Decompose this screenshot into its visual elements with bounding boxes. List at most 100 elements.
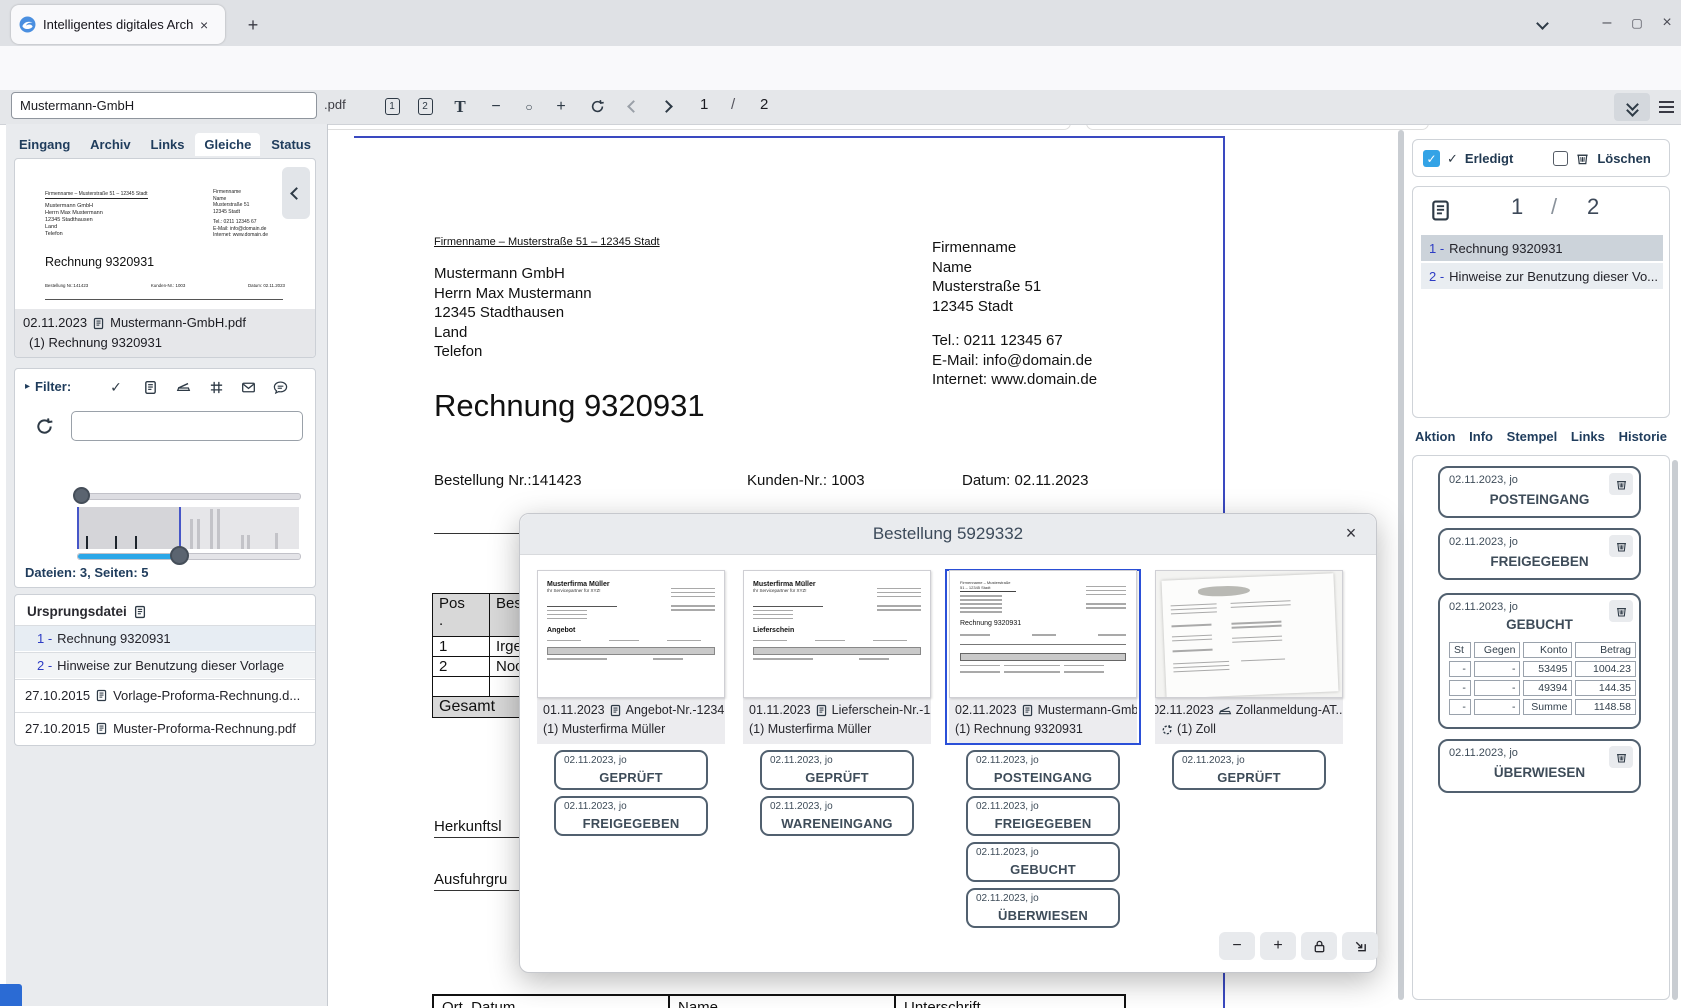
filter-grid-icon[interactable] bbox=[205, 377, 227, 397]
file-list-item[interactable]: 02.11.2023 Mustermann-GmbH.pdf (1) Rechn… bbox=[15, 309, 315, 357]
document-icon bbox=[133, 605, 147, 619]
rotate-badge-icon[interactable] bbox=[1161, 724, 1173, 736]
doc-caption[interactable]: 01.11.2023 Lieferschein-Nr.-12... (1) Mu… bbox=[743, 698, 931, 744]
document-name-input[interactable] bbox=[11, 92, 317, 119]
file-extension-label: .pdf bbox=[324, 97, 346, 112]
scanner-icon bbox=[1218, 704, 1232, 718]
stamp-freigegeben[interactable]: 02.11.2023, jo FREIGEGEBEN bbox=[966, 796, 1120, 836]
tab-info[interactable]: Info bbox=[1464, 425, 1498, 448]
lock-icon[interactable] bbox=[1301, 932, 1337, 960]
filter-document-icon[interactable] bbox=[139, 377, 161, 397]
doc-thumbnail[interactable]: Musterfirma Müller Ihr Servicepartner fü… bbox=[537, 570, 725, 698]
panel-menu-icon[interactable] bbox=[1654, 96, 1678, 118]
modal-zoom-out-button[interactable]: − bbox=[1219, 932, 1255, 960]
sidebar-tab-gleiche[interactable]: Gleiche bbox=[195, 133, 260, 156]
preview-card: Firmenname – Musterstraße 51 – 12345 Sta… bbox=[14, 158, 316, 358]
stamp-geprueft[interactable]: 02.11.2023, jo GEPRÜFT bbox=[760, 750, 914, 790]
stamp-gebucht[interactable]: 02.11.2023, jo GEBUCHT bbox=[966, 842, 1120, 882]
app-toolbar: .pdf 1 2 T − ○ + 1 / 2 bbox=[0, 90, 1681, 125]
tab-links[interactable]: Links bbox=[1566, 425, 1610, 448]
loeschen-label: Löschen bbox=[1597, 151, 1650, 166]
text-tool-icon[interactable]: T bbox=[446, 93, 474, 120]
modal-close-icon[interactable]: × bbox=[1340, 523, 1362, 545]
stempel-card: 02.11.2023, jo POSTEINGANG 02.11.2023, j… bbox=[1412, 455, 1670, 1000]
origin-file-row[interactable]: 27.10.2015 Vorlage-Proforma-Rechnung.d..… bbox=[15, 679, 315, 711]
bestellung-modal: Bestellung 5929332 × Musterfirma Müller … bbox=[519, 513, 1377, 973]
tab-historie[interactable]: Historie bbox=[1614, 425, 1672, 448]
panel-scrollbar[interactable] bbox=[1398, 130, 1404, 1000]
sidebar-tab-links[interactable]: Links bbox=[142, 133, 194, 156]
linked-doc-card: 02.11.2023 Zollanmeldung-AT... (1) Zoll … bbox=[1152, 570, 1346, 790]
stamps-scrollbar[interactable] bbox=[1672, 460, 1678, 1000]
recipient-address: Mustermann GmbHHerrn Max Mustermann 1234… bbox=[434, 264, 592, 362]
sidebar-tab-status[interactable]: Status bbox=[262, 133, 320, 156]
range-slider-start-handle[interactable] bbox=[73, 487, 90, 504]
window-maximize-icon[interactable]: ▢ bbox=[1626, 12, 1648, 34]
doc-caption[interactable]: 01.11.2023 Angebot-Nr.-1234.pdf (1) Must… bbox=[537, 698, 725, 744]
stamp-wareneingang[interactable]: 02.11.2023, jo WARENEINGANG bbox=[760, 796, 914, 836]
stamp-posteingang[interactable]: 02.11.2023, jo POSTEINGANG bbox=[1438, 466, 1641, 518]
company-block: FirmennameName Musterstraße 5112345 Stad… bbox=[932, 238, 1097, 390]
filter-scanner-icon[interactable] bbox=[172, 377, 194, 397]
filter-header[interactable]: ▸ Filter: bbox=[25, 379, 71, 394]
filter-check-icon[interactable]: ✓ bbox=[105, 377, 127, 397]
window-minimize-icon[interactable]: – bbox=[1596, 12, 1618, 34]
sidebar-tab-eingang[interactable]: Eingang bbox=[10, 133, 79, 156]
tab-stempel[interactable]: Stempel bbox=[1502, 425, 1563, 448]
panel-tabs: Aktion Info Stempel Links Historie bbox=[1410, 425, 1672, 448]
filter-search-input[interactable] bbox=[71, 411, 303, 441]
filter-comment-icon[interactable] bbox=[269, 377, 291, 397]
filter-mail-icon[interactable] bbox=[237, 377, 259, 397]
stamp-geprueft[interactable]: 02.11.2023, jo GEPRÜFT bbox=[1172, 750, 1326, 790]
stamp-geprueft[interactable]: 02.11.2023, jo GEPRÜFT bbox=[554, 750, 708, 790]
window-close-icon[interactable]: × bbox=[1656, 12, 1678, 34]
collapse-panel-button[interactable] bbox=[282, 167, 310, 219]
modal-zoom-in-button[interactable]: + bbox=[1260, 932, 1296, 960]
zoom-out-icon[interactable]: − bbox=[482, 93, 510, 120]
doc-thumbnail[interactable] bbox=[1155, 570, 1343, 698]
invoice-date: Datum: 02.11.2023 bbox=[962, 472, 1088, 489]
stamp-ueberwiesen[interactable]: 02.11.2023, jo ÜBERWIESEN bbox=[966, 888, 1120, 928]
stamp-ueberwiesen[interactable]: 02.11.2023, jo ÜBERWIESEN bbox=[1438, 739, 1641, 793]
tab-close-icon[interactable]: × bbox=[200, 17, 208, 33]
current-page-number[interactable]: 1 bbox=[700, 96, 708, 113]
doc-caption[interactable]: 02.11.2023 Mustermann-Gmb... (1) Rechnun… bbox=[949, 698, 1137, 744]
document-thumbnail[interactable]: Firmenname – Musterstraße 51 – 12345 Sta… bbox=[15, 159, 315, 309]
sidebar-tab-archiv[interactable]: Archiv bbox=[81, 133, 139, 156]
previous-page-icon[interactable] bbox=[619, 93, 647, 120]
zoom-in-icon[interactable]: + bbox=[547, 93, 575, 120]
expand-all-chevron-icon[interactable] bbox=[1614, 93, 1650, 121]
stamp-freigegeben[interactable]: 02.11.2023, jo FREIGEGEBEN bbox=[554, 796, 708, 836]
range-slider-end[interactable] bbox=[77, 553, 301, 560]
filter-refresh-icon[interactable] bbox=[31, 413, 57, 439]
doc-thumbnail[interactable]: Musterfirma Müller Ihr Servicepartner fü… bbox=[743, 570, 931, 698]
next-page-icon[interactable] bbox=[652, 93, 680, 120]
browser-tab[interactable]: Intelligentes digitales Arch × bbox=[11, 5, 225, 44]
document-icon bbox=[815, 704, 828, 717]
two-page-icon[interactable]: 2 bbox=[411, 93, 439, 120]
panel-page-row[interactable]: 2 -Hinweise zur Benutzung dieser Vo... bbox=[1421, 263, 1663, 289]
zoom-reset-icon[interactable]: ○ bbox=[515, 93, 543, 120]
range-slider-end-handle[interactable] bbox=[170, 546, 189, 565]
loeschen-checkbox[interactable] bbox=[1553, 151, 1568, 166]
new-tab-button[interactable]: + bbox=[240, 12, 266, 38]
stamp-freigegeben[interactable]: 02.11.2023, jo FREIGEGEBEN bbox=[1438, 528, 1641, 580]
single-page-icon[interactable]: 1 bbox=[378, 93, 406, 120]
stamp-gebucht[interactable]: 02.11.2023, jo GEBUCHT St Gegen Konto Be… bbox=[1438, 593, 1641, 729]
erledigt-label: Erledigt bbox=[1465, 151, 1513, 166]
origin-page-row[interactable]: 2 -Hinweise zur Benutzung dieser Vorlage bbox=[15, 652, 315, 678]
origin-file-row[interactable]: 27.10.2015 Muster-Proforma-Rechnung.pdf bbox=[15, 712, 315, 744]
tab-aktion[interactable]: Aktion bbox=[1410, 425, 1460, 448]
range-slider-start[interactable] bbox=[77, 493, 301, 500]
status-card: ✓ ✓ Erledigt Löschen bbox=[1412, 139, 1670, 177]
list-tabs-chevron-icon[interactable] bbox=[1530, 15, 1554, 35]
total-pages-number: 2 bbox=[760, 96, 768, 113]
rotate-icon[interactable] bbox=[583, 93, 611, 120]
stamp-posteingang[interactable]: 02.11.2023, jo POSTEINGANG bbox=[966, 750, 1120, 790]
panel-page-row-selected[interactable]: 1 -Rechnung 9320931 bbox=[1421, 235, 1663, 261]
origin-page-row[interactable]: 1 -Rechnung 9320931 bbox=[15, 625, 315, 651]
doc-thumbnail[interactable]: Firmenname – Musterstraße 51 – 12345 Sta… bbox=[949, 570, 1137, 698]
dock-icon[interactable] bbox=[1342, 932, 1378, 960]
doc-caption[interactable]: 02.11.2023 Zollanmeldung-AT... (1) Zoll bbox=[1155, 698, 1343, 744]
erledigt-checkbox[interactable]: ✓ bbox=[1423, 150, 1440, 167]
